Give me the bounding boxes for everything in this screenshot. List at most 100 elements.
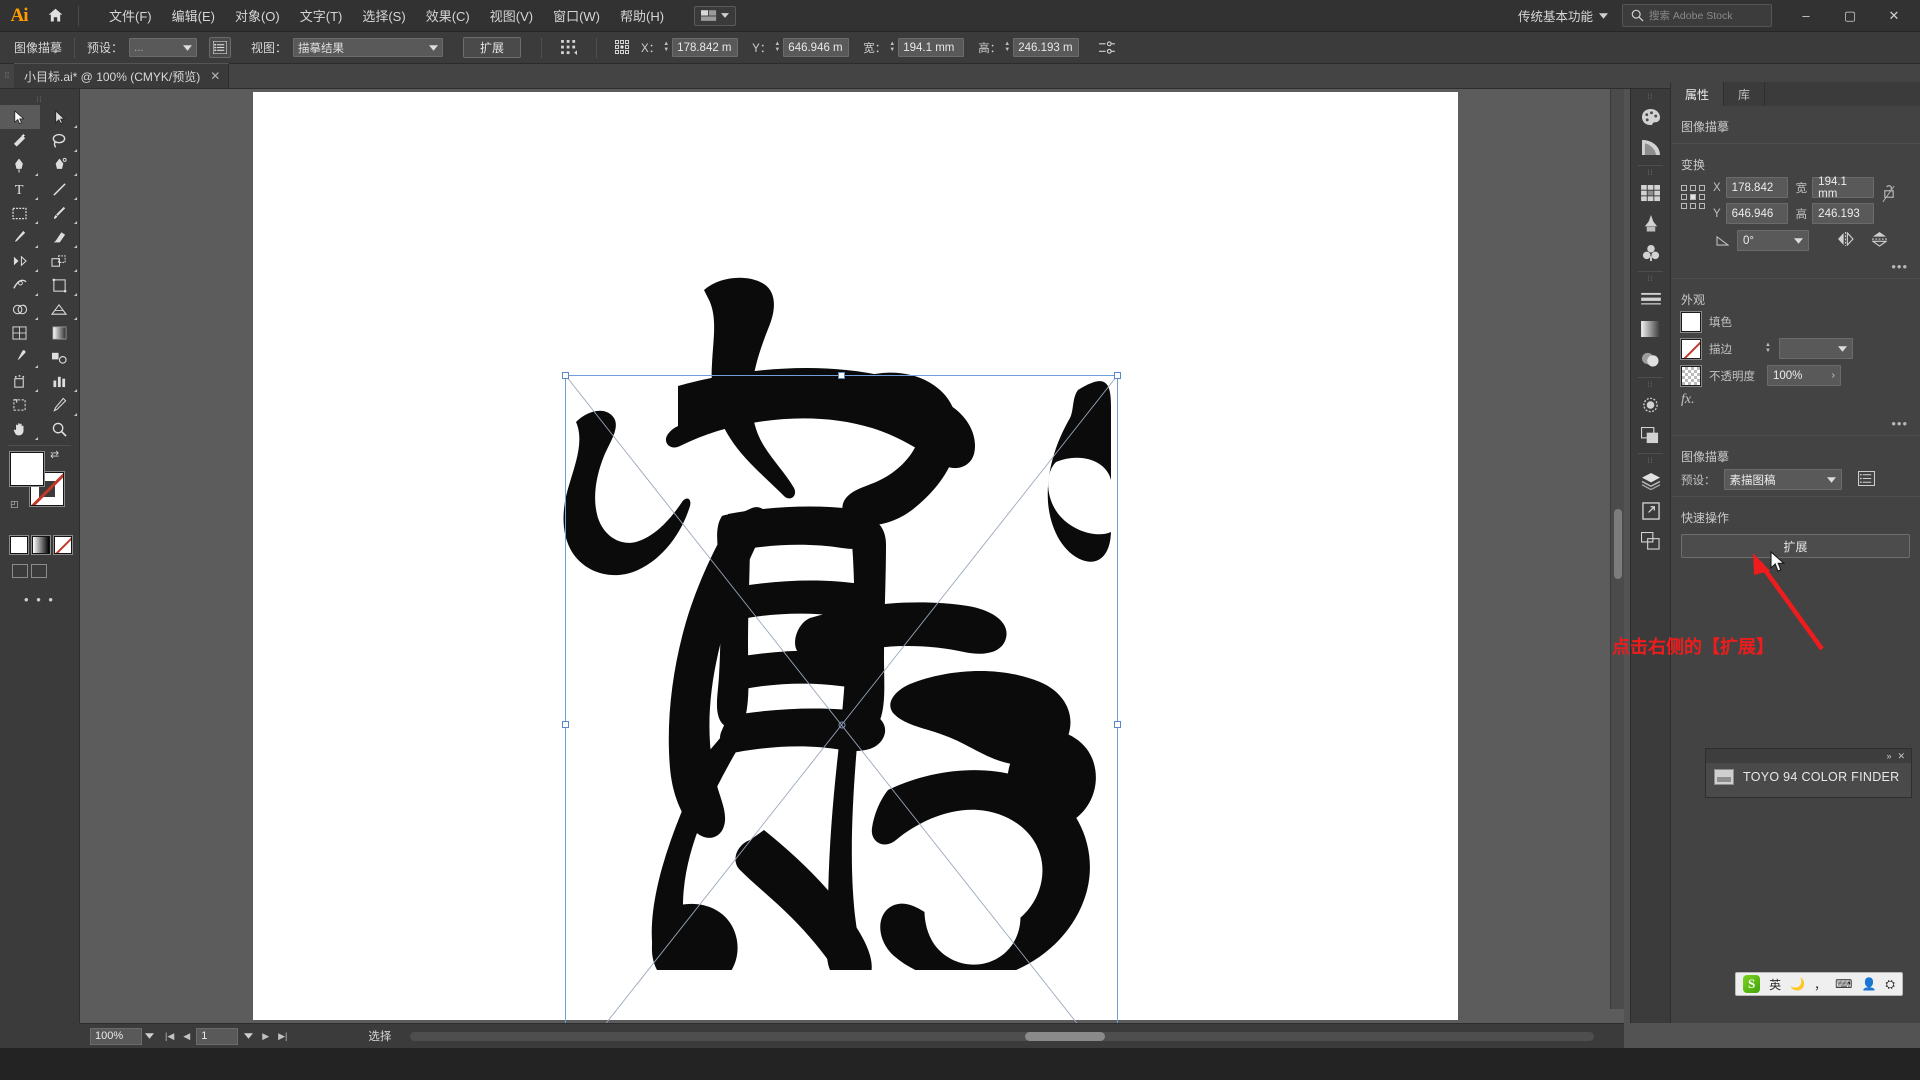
width-tool[interactable] [0,273,40,297]
transform-reference-icon[interactable] [609,37,635,58]
punctuation-icon[interactable]: ， [1814,976,1826,993]
workspace-switcher[interactable]: 传统基本功能 [1510,2,1616,29]
sogou-logo-icon[interactable]: S [1743,975,1761,993]
toyo-color-finder-panel[interactable]: » ✕ TOYO 94 COLOR FINDER [1705,748,1912,798]
keyboard-icon[interactable]: ⌨ [1835,977,1852,991]
home-icon[interactable] [38,0,72,32]
zoom-value[interactable]: 100% [90,1027,142,1045]
canvas-area[interactable] [80,89,1624,1023]
paintbrush-tool[interactable] [40,201,80,225]
rail-gripper-5[interactable]: ⁞⁞ [1631,457,1670,466]
menu-item-select[interactable]: 选择(S) [352,2,415,29]
appearance-panel-icon[interactable] [1631,390,1670,420]
line-segment-tool[interactable] [40,177,80,201]
free-transform-tool[interactable] [40,273,80,297]
hand-tool[interactable] [0,417,40,441]
expand-button-toolbar[interactable]: 扩展 [463,37,522,58]
open-trace-panel-icon[interactable] [1857,470,1875,489]
more-options-icon[interactable] [1095,37,1117,58]
prev-page-icon[interactable]: ◀ [180,1031,193,1042]
ime-mode-label[interactable]: 英 [1769,976,1781,993]
flip-vertical-icon[interactable] [1871,231,1888,250]
tab-libraries[interactable]: 库 [1724,82,1766,106]
transform-h-input[interactable]: 246.193 [1812,203,1875,224]
rectangle-tool[interactable] [0,201,40,225]
transform-reference-point[interactable] [1681,185,1705,209]
zoom-control[interactable]: 100% [86,1024,158,1049]
opacity-input[interactable]: 100% › [1767,365,1841,386]
fx-label[interactable]: fx. [1681,392,1695,408]
transform-more-icon[interactable]: ••• [1671,257,1920,274]
opacity-options-icon[interactable]: › [1832,370,1835,381]
stroke-weight-input[interactable] [1778,338,1853,359]
stock-search-input[interactable]: 搜索 Adobe Stock [1622,4,1772,27]
pen-tool[interactable] [0,153,40,177]
menu-item-type[interactable]: 文字(T) [290,2,353,29]
close-button[interactable]: ✕ [1872,0,1916,32]
x-input[interactable]: 178.842 m [672,38,739,57]
color-guide-icon[interactable] [1631,132,1670,162]
calligraphy-artwork[interactable] [558,270,1111,970]
rail-gripper-2[interactable]: ⁞⁞ [1631,169,1670,178]
draw-behind-icon[interactable] [31,564,47,578]
rotate-tool[interactable] [0,249,40,273]
canvas-horizontal-scrollbar[interactable] [410,1031,1594,1041]
toolbar-more-icon[interactable]: • • • [0,592,79,607]
symbols-panel-icon[interactable] [1631,238,1670,268]
x-stepper[interactable]: ▲ ▼ [663,41,669,53]
view-dropdown[interactable]: 描摹结果 [293,38,444,57]
trace-panel-icon[interactable] [209,37,232,58]
transform-x-input[interactable]: 178.842 [1725,177,1788,198]
user-icon[interactable]: 👤 [1861,977,1876,991]
rail-gripper-1[interactable]: ⁞⁞ [1631,93,1670,102]
magic-wand-tool[interactable] [0,129,40,153]
h-stepper[interactable]: ▲ ▼ [1004,41,1010,53]
canvas-vertical-scrollbar[interactable] [1610,89,1624,1009]
fill-swatch[interactable] [10,452,44,486]
menu-item-effect[interactable]: 效果(C) [416,2,480,29]
swap-fill-stroke-icon[interactable]: ⇄ [50,448,59,461]
trace-preset-dropdown[interactable]: 素描图稿 [1723,469,1842,490]
menu-item-file[interactable]: 文件(F) [99,2,162,29]
layers-panel-icon[interactable] [1631,466,1670,496]
align-icon[interactable] [554,37,584,58]
perspective-grid-tool[interactable] [40,297,80,321]
menu-item-edit[interactable]: 编辑(E) [162,2,225,29]
menu-item-help[interactable]: 帮助(H) [610,2,674,29]
brushes-panel-icon[interactable] [1631,208,1670,238]
stroke-weight-stepper[interactable]: ▲ ▼ [1765,342,1771,354]
moon-icon[interactable]: 🌙 [1790,977,1805,991]
page-number-input[interactable]: 1 [196,1027,239,1045]
close-icon[interactable]: ✕ [1897,751,1905,762]
w-stepper[interactable]: ▲ ▼ [889,41,895,53]
rail-gripper-3[interactable]: ⁞⁞ [1631,275,1670,284]
tab-properties[interactable]: 属性 [1671,82,1725,106]
flip-horizontal-icon[interactable] [1837,231,1854,249]
zoom-tool[interactable] [40,417,80,441]
tool-status-label[interactable]: 选择 [364,1024,395,1049]
toolbox-icon[interactable]: ⛭ [1885,977,1895,992]
rotation-angle-input[interactable]: 0° [1737,230,1809,251]
none-button[interactable] [54,536,72,554]
minimize-button[interactable]: – [1784,0,1828,32]
constrain-proportions-icon[interactable] [1882,184,1895,207]
artboards-panel-icon[interactable] [1631,496,1670,526]
curvature-tool[interactable] [40,153,80,177]
next-page-icon[interactable]: ▶ [259,1031,272,1042]
y-stepper[interactable]: ▲ ▼ [774,41,780,53]
document-tab[interactable]: 小目标.ai* @ 100% (CMYK/预览) ✕ [14,63,230,88]
stroke-panel-icon[interactable] [1631,284,1670,314]
toolbar-gripper[interactable]: ⁞⁞ [0,95,79,105]
stroke-color-swatch[interactable] [1681,338,1701,359]
pencil-tool[interactable] [0,225,40,249]
shape-builder-tool[interactable] [0,297,40,321]
transform-w-input[interactable]: 194.1 mm [1812,176,1875,200]
color-panel-icon[interactable] [1631,102,1670,132]
opacity-swatch[interactable] [1681,365,1701,386]
gradient-button[interactable] [32,536,50,554]
swatch-library-folder-icon[interactable] [1714,769,1734,785]
artboard-tool[interactable] [0,393,40,417]
direct-selection-tool[interactable] [40,105,80,129]
graphic-styles-icon[interactable] [1631,420,1670,450]
h-input[interactable]: 246.193 m [1013,38,1080,57]
